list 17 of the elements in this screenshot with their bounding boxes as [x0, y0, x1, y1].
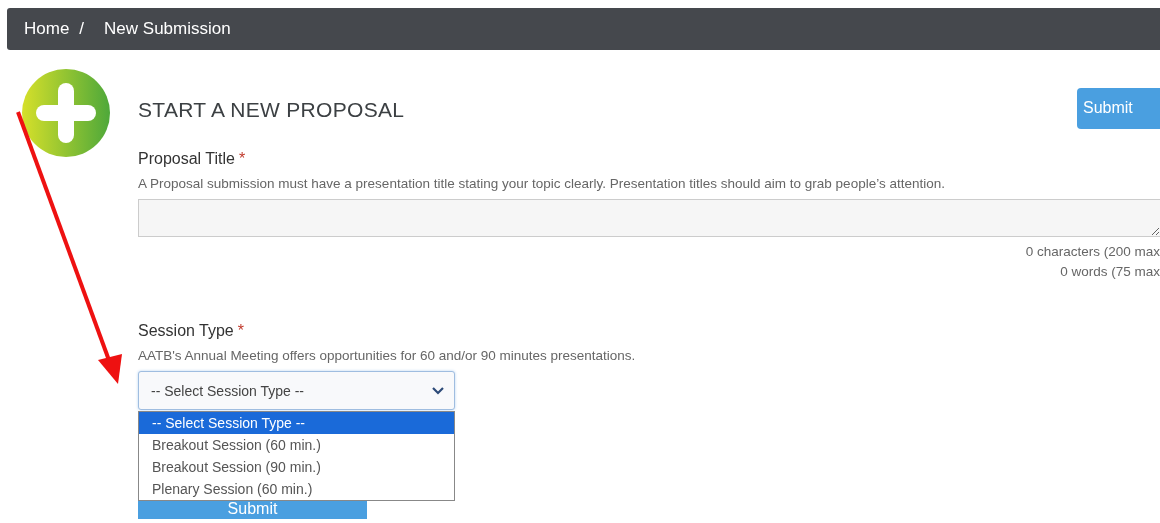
dropdown-option[interactable]: -- Select Session Type -- — [139, 412, 454, 434]
help-text: AATB's Annual Meeting offers opportunities for 60 and/or 90 minutes presentations. — [138, 348, 637, 363]
field-label: Proposal Title — [138, 150, 235, 167]
counter-text: 0 words (75 max — [1059, 263, 1160, 281]
session-type-select[interactable]: -- Select Session Type -- — [138, 371, 455, 410]
breadcrumb-link[interactable]: Home — [24, 19, 70, 39]
help-text: A Proposal submission must have a presentation title stating your topic clearly. Presentation titles should aim to grab people’s attention. — [138, 176, 946, 191]
counter-text: 0 characters (200 max — [1024, 243, 1160, 261]
field-label: Session Type — [138, 322, 234, 339]
page-title: START A NEW PROPOSAL — [138, 97, 405, 122]
chevron-down-icon — [432, 386, 444, 395]
plus-icon — [21, 68, 111, 158]
breadcrumb-current: New Submission — [104, 19, 231, 39]
required-mark: * — [238, 150, 246, 167]
required-mark: * — [237, 322, 244, 339]
title-input[interactable] — [138, 199, 1160, 237]
breadcrumb-separator: / — [79, 19, 85, 39]
